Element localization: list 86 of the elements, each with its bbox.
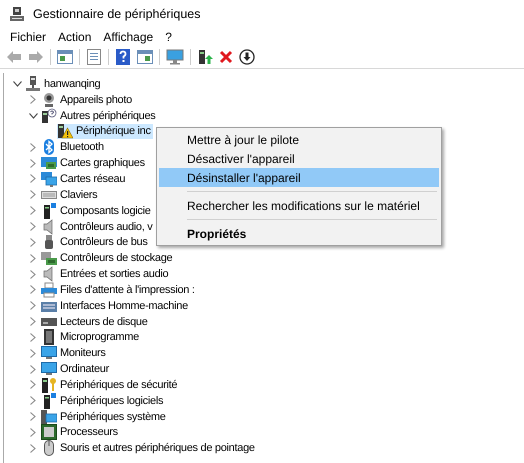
window-pane-icon[interactable] xyxy=(137,50,153,64)
tree-item[interactable]: Claviers xyxy=(41,187,100,202)
expand-chevron-icon[interactable] xyxy=(30,222,36,232)
expand-chevron-icon[interactable] xyxy=(30,412,36,422)
context-menu-item[interactable]: Rechercher les modifications sur le matériel xyxy=(159,196,439,215)
download-icon[interactable] xyxy=(239,49,255,65)
graphics-card-icon xyxy=(41,155,57,172)
tree-item[interactable]: Périphériques logiciels xyxy=(41,393,166,408)
expand-chevron-icon[interactable] xyxy=(30,158,36,168)
menu-item[interactable]: Fichier xyxy=(4,30,52,44)
window-title: Gestionnaire de périphériques xyxy=(33,7,200,21)
tree-item[interactable]: Souris et autres périphériques de pointage xyxy=(41,440,257,456)
tree-item[interactable]: Processeurs xyxy=(41,424,120,440)
context-menu-item[interactable]: Propriétés xyxy=(159,224,439,243)
context-menu-item[interactable]: Désinstaller l'appareil xyxy=(159,168,439,187)
expand-chevron-icon[interactable] xyxy=(30,396,36,406)
expand-chevron-icon[interactable] xyxy=(30,444,36,453)
tree-item[interactable]: Bluetooth xyxy=(41,140,106,155)
expand-chevron-icon[interactable] xyxy=(30,301,36,310)
expand-chevron-icon[interactable] xyxy=(30,238,36,247)
expand-chevron-icon[interactable] xyxy=(30,428,36,437)
storage-icon xyxy=(41,250,57,266)
monitor-icon xyxy=(41,345,57,362)
tree-item[interactable]: Appareils photo xyxy=(41,92,134,108)
processor-icon xyxy=(41,424,57,440)
tree-item[interactable]: Cartes réseau xyxy=(41,171,128,186)
collapse-chevron-icon[interactable] xyxy=(28,112,38,119)
tree-item[interactable]: Entrées et sorties audio xyxy=(41,266,170,282)
expand-chevron-icon[interactable] xyxy=(30,174,36,184)
tree-item[interactable]: Files d'attente à l'impression : xyxy=(41,282,197,298)
printer-icon xyxy=(41,282,57,298)
tree-item[interactable]: Composants logicie xyxy=(41,203,153,218)
system-icon xyxy=(41,408,57,425)
expand-chevron-icon[interactable] xyxy=(30,190,36,200)
menu-item[interactable]: Action xyxy=(52,30,98,44)
network-icon xyxy=(41,170,57,187)
expand-chevron-icon[interactable] xyxy=(30,285,36,294)
warning-device-icon xyxy=(57,123,73,140)
tree-item[interactable]: Contrôleurs de bus xyxy=(41,234,150,250)
tree-item[interactable]: Périphériques système xyxy=(41,409,168,424)
collapse-chevron-icon[interactable] xyxy=(12,80,22,87)
tree-item[interactable]: Lecteurs de disque xyxy=(41,314,150,330)
back-arrow-icon[interactable] xyxy=(6,50,22,64)
forward-arrow-icon[interactable] xyxy=(28,50,44,64)
mouse-icon xyxy=(41,440,57,456)
tree-item[interactable]: Moniteurs xyxy=(41,346,108,361)
delete-icon[interactable] xyxy=(219,50,233,64)
tree-item[interactable]: Périphériques de sécurité xyxy=(41,377,180,392)
webcam-icon xyxy=(41,92,57,108)
bluetooth-icon xyxy=(41,139,57,156)
tree-item[interactable]: Interfaces Homme-machine xyxy=(41,298,190,314)
expand-chevron-icon[interactable] xyxy=(30,317,36,326)
tree-item[interactable]: Microprogramme xyxy=(41,330,141,345)
tree-item[interactable]: Ordinateur xyxy=(41,362,111,377)
expand-chevron-icon[interactable] xyxy=(30,348,36,358)
tree-item[interactable]: Contrôleurs audio, v xyxy=(41,219,154,234)
computer-icon xyxy=(25,76,41,92)
security-icon xyxy=(41,376,57,393)
device-manager-icon xyxy=(9,6,25,22)
expand-chevron-icon[interactable] xyxy=(30,332,36,342)
expand-chevron-icon[interactable] xyxy=(30,95,36,104)
tree-item[interactable]: hanwanqing xyxy=(25,76,102,92)
expand-chevron-icon[interactable] xyxy=(30,142,36,152)
window-pane-icon[interactable] xyxy=(57,50,73,64)
help-icon[interactable] xyxy=(115,49,131,65)
menu-item[interactable]: ? xyxy=(159,30,178,44)
properties-sheet-icon[interactable] xyxy=(86,49,102,65)
expand-chevron-icon[interactable] xyxy=(30,364,36,374)
tree-item[interactable]: Autres périphériques xyxy=(41,108,158,124)
monitor-icon xyxy=(41,361,57,378)
firmware-icon xyxy=(41,329,57,346)
context-menu-item[interactable]: Mettre à jour le pilote xyxy=(159,130,439,149)
menu-item[interactable]: Affichage xyxy=(97,30,160,44)
tree-item[interactable]: Cartes graphiques xyxy=(41,156,147,171)
monitor-icon[interactable] xyxy=(166,49,184,65)
device-upgrade-icon[interactable] xyxy=(197,49,213,65)
expand-chevron-icon[interactable] xyxy=(30,380,36,390)
expand-chevron-icon[interactable] xyxy=(30,254,36,263)
software-icon xyxy=(41,392,57,409)
expand-chevron-icon[interactable] xyxy=(30,270,36,279)
context-menu-item[interactable]: Désactiver l'appareil xyxy=(159,149,439,168)
software-icon xyxy=(41,202,57,219)
expand-chevron-icon[interactable] xyxy=(30,206,36,216)
unknown-device-icon xyxy=(41,108,57,124)
tree-item[interactable]: Périphérique inc xyxy=(57,124,153,139)
tree-item[interactable]: Contrôleurs de stockage xyxy=(41,250,174,266)
